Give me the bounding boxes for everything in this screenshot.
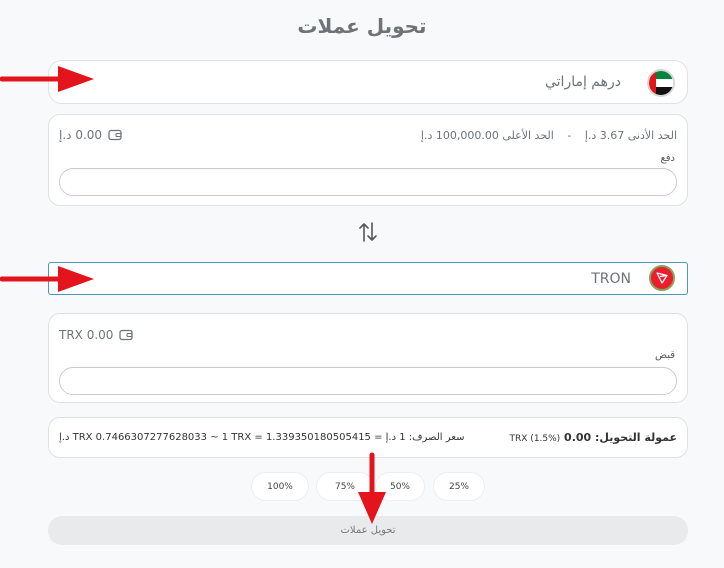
percent-75-button[interactable]: 75% <box>316 472 374 501</box>
pay-amount-input[interactable] <box>59 168 677 196</box>
pay-balance: 0.00 د.إ <box>59 128 122 142</box>
receive-balance: TRX 0.00 <box>59 328 134 342</box>
exchange-rate: سعر الصرف: 1 د.إ = TRX 0.746630727762803… <box>59 432 465 443</box>
from-currency-label: درهم إماراتي <box>544 74 621 90</box>
from-currency-selector[interactable]: درهم إماراتي <box>48 60 688 104</box>
pay-balance-value: 0.00 د.إ <box>59 128 103 142</box>
swap-arrows-icon[interactable] <box>356 220 380 244</box>
fee-value: TRX (1.5%) <box>509 434 561 444</box>
percent-25-button[interactable]: 25% <box>433 472 485 501</box>
fee-label: عمولة التحويل: 0.00 <box>564 431 677 444</box>
tron-icon <box>649 265 675 291</box>
min-limit: الحد الأدنى 3.67 د.إ <box>584 129 677 142</box>
pay-limits: الحد الأدنى 3.67 د.إ - الحد الأعلى 100,0… <box>421 129 677 142</box>
pay-panel: الحد الأدنى 3.67 د.إ - الحد الأعلى 100,0… <box>48 114 688 206</box>
pay-field-label: دفع <box>660 153 675 164</box>
receive-balance-value: TRX 0.00 <box>59 328 114 342</box>
wallet-icon <box>119 329 134 341</box>
percent-100-button[interactable]: 100% <box>251 472 309 501</box>
conversion-fee: عمولة التحويل: 0.00 TRX (1.5%) <box>510 431 677 444</box>
uae-flag-icon <box>647 69 675 97</box>
receive-field-label: قبض <box>654 350 675 361</box>
max-limit: الحد الأعلى 100,000.00 د.إ <box>420 129 554 142</box>
percent-50-button[interactable]: 50% <box>375 472 425 501</box>
page-title: تحويل عملات <box>297 14 427 38</box>
convert-submit-button[interactable]: تحويل عملات <box>48 516 688 545</box>
receive-panel: TRX 0.00 قبض <box>48 313 688 403</box>
to-currency-label: TRON <box>591 270 631 287</box>
limit-separator: - <box>567 129 572 142</box>
rates-bar: عمولة التحويل: 0.00 TRX (1.5%) سعر الصرف… <box>48 417 688 458</box>
wallet-icon <box>108 129 122 141</box>
to-currency-selector[interactable]: TRON <box>48 262 688 295</box>
receive-amount-input[interactable] <box>59 367 677 395</box>
